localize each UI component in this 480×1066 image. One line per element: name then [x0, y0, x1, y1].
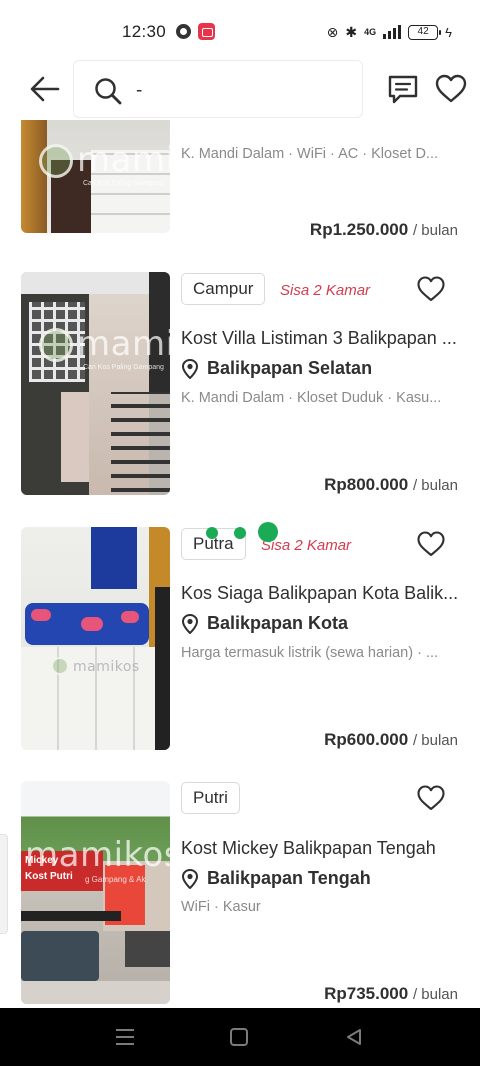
heart-icon[interactable] [416, 529, 446, 559]
triangle-back-icon [347, 1029, 361, 1045]
search-input[interactable]: - [73, 60, 363, 118]
status-time: 12:30 [122, 22, 167, 41]
mamikos-logo [39, 328, 73, 362]
recents-button[interactable] [116, 1029, 134, 1045]
chrome-icon [176, 24, 191, 39]
price-period: / bulan [412, 477, 458, 494]
kos-type-badge: Putri [181, 782, 240, 814]
status-indicators: ⊗ ✱ 4G 42 ϟ [327, 22, 452, 42]
touch-indicator-dot [258, 522, 278, 542]
network-type: 4G [364, 27, 377, 37]
price-amount: Rp800.000 [324, 475, 409, 494]
price-period: / bulan [412, 986, 458, 1003]
listing-list: mamik Cari Kos Paling Gampang K. Mandi D… [0, 120, 480, 1008]
touch-indicator-dot [234, 527, 246, 539]
back-button[interactable] [28, 72, 62, 106]
listing-card[interactable]: mamikos Putra Sisa 2 Kamar Kos Siaga Bal… [0, 522, 480, 757]
photo-watermark: mamikos [73, 659, 140, 675]
listing-facilities: WiFi · Kasur [181, 899, 261, 915]
chat-icon [388, 75, 418, 104]
listing-card[interactable]: mamik Cari Kos Paling Gampang Campur Sis… [0, 272, 480, 502]
listing-price: Rp735.000 / bulan [324, 984, 458, 1004]
status-bar: 12:30 ⊗ ✱ 4G 42 ϟ [0, 0, 480, 62]
photo-watermark: mamik [77, 140, 170, 180]
listing-card[interactable]: Mickey Kost Putri mamikos g Gampang & Ak… [0, 781, 480, 1008]
side-panel-handle[interactable] [0, 834, 8, 934]
listing-location: Balikpapan Kota [181, 613, 348, 634]
mamikos-logo [39, 144, 73, 178]
chat-button[interactable] [386, 72, 420, 106]
location-pin-icon [181, 358, 199, 379]
listing-price: Rp800.000 / bulan [324, 475, 458, 495]
favorites-button[interactable] [434, 72, 468, 106]
rooms-remaining: Sisa 2 Kamar [280, 282, 371, 299]
listing-title: Kos Siaga Balikpapan Kota Balik... [181, 583, 459, 603]
listing-location: Balikpapan Selatan [181, 358, 372, 379]
photo-watermark-sub: g Gampang & Ak [85, 875, 146, 884]
heart-icon[interactable] [416, 274, 446, 304]
battery-icon: 42 [408, 24, 442, 40]
signal-icon [383, 25, 402, 39]
listing-title: Kost Villa Listiman 3 Balikpapan ... [181, 328, 457, 348]
bluetooth-icon: ✱ [345, 24, 358, 40]
listing-title: Kost Mickey Balikpapan Tengah [181, 838, 436, 858]
photo-watermark: mamikos [25, 835, 170, 875]
listing-photo[interactable]: Mickey Kost Putri mamikos g Gampang & Ak [21, 781, 170, 1004]
photo-watermark-sub: Cari Kos Paling Gampang [83, 364, 164, 371]
system-back-button[interactable] [344, 1027, 364, 1047]
listing-price: Rp1.250.000 / bulan [310, 220, 458, 240]
heart-icon[interactable] [416, 783, 446, 813]
location-pin-icon [181, 868, 199, 889]
photo-watermark-sub: Cari Kos Paling Gampang [83, 180, 164, 187]
search-icon [95, 78, 122, 105]
price-amount: Rp735.000 [324, 984, 409, 1003]
listing-photo[interactable]: mamik Cari Kos Paling Gampang [21, 120, 170, 233]
screen-record-icon [198, 23, 215, 40]
listing-price: Rp600.000 / bulan [324, 730, 458, 750]
mamikos-logo [51, 657, 69, 675]
listing-location: Balikpapan Tengah [181, 868, 371, 889]
touch-indicator-dot [206, 527, 218, 539]
listing-card[interactable]: mamik Cari Kos Paling Gampang K. Mandi D… [0, 120, 480, 240]
kos-type-badge: Campur [181, 273, 266, 305]
price-period: / bulan [412, 222, 458, 239]
location-name: Balikpapan Tengah [207, 868, 371, 888]
price-amount: Rp1.250.000 [309, 220, 409, 239]
heart-icon [435, 74, 467, 103]
listing-photo[interactable]: mamikos [21, 527, 170, 750]
home-button[interactable] [230, 1028, 248, 1046]
photo-watermark: mamik [77, 324, 170, 364]
search-query: - [136, 80, 143, 101]
location-name: Balikpapan Kota [207, 613, 349, 633]
listing-facilities: K. Mandi Dalam · WiFi · AC · Kloset D... [181, 146, 439, 162]
search-header: - [0, 58, 480, 120]
arrow-left-icon [30, 76, 60, 102]
system-navigation-bar [0, 1008, 480, 1066]
charging-icon: ϟ [445, 24, 452, 40]
price-amount: Rp600.000 [324, 730, 409, 749]
location-name: Balikpapan Selatan [207, 358, 373, 378]
price-period: / bulan [412, 732, 458, 749]
listing-facilities: K. Mandi Dalam · Kloset Duduk · Kasu... [181, 390, 442, 406]
mute-vibrate-icon: ⊗ [326, 24, 339, 40]
listing-photo[interactable]: mamik Cari Kos Paling Gampang [21, 272, 170, 495]
location-pin-icon [181, 613, 199, 634]
listing-facilities: Harga termasuk listrik (sewa harian) · .… [181, 645, 439, 661]
